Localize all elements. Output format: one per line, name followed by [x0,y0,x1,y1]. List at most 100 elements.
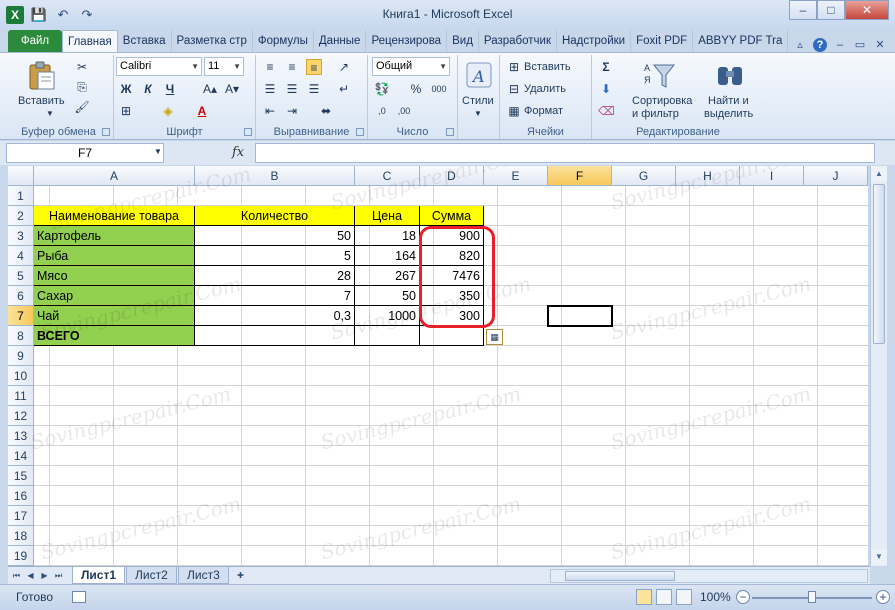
table-cell[interactable]: 1000 [355,306,420,326]
col-header-B[interactable]: B [195,166,355,186]
insert-cells-icon[interactable]: ⊞ [506,59,522,75]
sheet-tab-3[interactable]: Лист3 [178,567,229,584]
row-header[interactable]: 10 [8,366,34,386]
autosum-button[interactable]: Σ [598,59,614,75]
font-size-combo[interactable]: 11 ▼ [204,57,244,76]
col-header-H[interactable]: H [676,166,740,186]
page-layout-view-icon[interactable] [656,589,672,605]
table-header-cell[interactable]: Сумма [420,206,484,226]
align-top-icon[interactable]: ≡ [262,59,278,75]
row-header[interactable]: 15 [8,466,34,486]
row-header[interactable]: 8 [8,326,34,346]
borders-icon[interactable]: ⊞ [118,103,134,119]
tab-file[interactable]: Файл [8,30,62,52]
grow-font-icon[interactable]: A▴ [202,81,218,97]
decrease-indent-icon[interactable]: ⇤ [262,103,278,119]
underline-button[interactable]: Ч [162,81,178,97]
insert-cells-button[interactable]: Вставить [524,61,571,73]
total-cell[interactable] [420,326,484,346]
row-header[interactable]: 11 [8,386,34,406]
styles-icon[interactable]: A [463,59,495,91]
row-header[interactable]: 19 [8,546,34,566]
table-header-cell[interactable]: Цена [355,206,420,226]
col-header-A[interactable]: A [34,166,195,186]
copy-icon[interactable]: ⎘ [74,79,90,95]
align-bottom-icon[interactable]: ≡ [306,59,322,75]
format-cells-icon[interactable]: ▦ [506,103,522,119]
worksheet-grid[interactable]: A B C D E F G H I J 1 2 3 4 5 6 7 8 9 10… [8,166,868,566]
tab-home[interactable]: Главная [62,30,118,52]
close-button[interactable]: ✕ [845,0,889,20]
tab-page-layout[interactable]: Разметка стр [172,30,253,52]
sort-filter-line1[interactable]: Сортировка [632,95,692,107]
zoom-slider-knob[interactable] [808,591,816,603]
percent-button[interactable]: % [408,81,424,97]
vertical-scrollbar[interactable]: ▲ ▼ [870,166,887,566]
find-select-icon[interactable] [714,59,746,91]
vertical-scroll-thumb[interactable] [873,184,885,344]
table-cell[interactable]: 18 [355,226,420,246]
tab-foxit[interactable]: Foxit PDF [631,30,694,52]
col-header-G[interactable]: G [612,166,676,186]
bold-button[interactable]: Ж [118,81,134,97]
fill-color-icon[interactable]: ◈ [160,103,176,119]
align-left-icon[interactable]: ☰ [262,81,278,97]
name-box[interactable]: F7 [6,143,164,163]
col-header-D[interactable]: D [420,166,484,186]
col-header-C[interactable]: C [355,166,420,186]
new-sheet-icon[interactable]: ✚ [234,568,247,583]
horizontal-scroll-thumb[interactable] [565,571,675,581]
table-cell[interactable]: Мясо [34,266,195,286]
row-header[interactable]: 6 [8,286,34,306]
row-header[interactable]: 2 [8,206,34,226]
italic-button[interactable]: К [140,81,156,97]
increase-indent-icon[interactable]: ⇥ [284,103,300,119]
col-header-J[interactable]: J [804,166,868,186]
tab-formulas[interactable]: Формулы [253,30,314,52]
doc-restore-icon[interactable]: ▭ [853,38,867,52]
prev-sheet-icon[interactable]: ◀ [24,568,37,583]
table-cell[interactable]: 267 [355,266,420,286]
tab-view[interactable]: Вид [447,30,479,52]
font-name-combo[interactable]: Calibri ▼ [116,57,202,76]
row-header[interactable]: 16 [8,486,34,506]
delete-cells-button[interactable]: Удалить [524,83,566,95]
name-box-dropdown-icon[interactable]: ▼ [154,147,162,156]
minimize-button[interactable]: – [789,0,817,20]
find-select-line2[interactable]: выделить [704,108,753,120]
format-cells-button[interactable]: Формат [524,105,563,117]
align-middle-icon[interactable]: ≡ [284,59,300,75]
row-header[interactable]: 4 [8,246,34,266]
row-header[interactable]: 17 [8,506,34,526]
row-header[interactable]: 1 [8,186,34,206]
number-launcher[interactable] [446,128,454,136]
table-cell[interactable]: 164 [355,246,420,266]
maximize-button[interactable]: □ [817,0,845,20]
total-cell[interactable] [195,326,355,346]
doc-close-icon[interactable]: ✕ [873,38,887,52]
tab-data[interactable]: Данные [314,30,367,52]
row-header[interactable]: 12 [8,406,34,426]
tab-review[interactable]: Рецензирова [366,30,448,52]
increase-decimal-icon[interactable]: ,0 [374,103,390,119]
clear-icon[interactable]: ⌫ [598,103,615,119]
find-select-line1[interactable]: Найти и [708,95,749,107]
table-cell[interactable]: Сахар [34,286,195,306]
merge-center-icon[interactable]: ⬌ [318,103,334,119]
col-header-F[interactable]: F [548,166,612,186]
row-header[interactable]: 9 [8,346,34,366]
alignment-launcher[interactable] [356,128,364,136]
table-cell[interactable]: 5 [195,246,355,266]
row-header[interactable]: 7 [8,306,34,326]
font-launcher[interactable] [244,128,252,136]
table-cell[interactable]: 50 [195,226,355,246]
cut-icon[interactable]: ✂ [74,59,90,75]
macro-record-icon[interactable] [72,591,86,603]
tab-insert[interactable]: Вставка [118,30,172,52]
align-right-icon[interactable]: ☰ [306,81,322,97]
row-header[interactable]: 13 [8,426,34,446]
tab-addins[interactable]: Надстройки [557,30,632,52]
thousands-button[interactable]: 000 [428,81,450,97]
normal-view-icon[interactable] [636,589,652,605]
total-label-cell[interactable]: ВСЕГО [34,326,195,346]
